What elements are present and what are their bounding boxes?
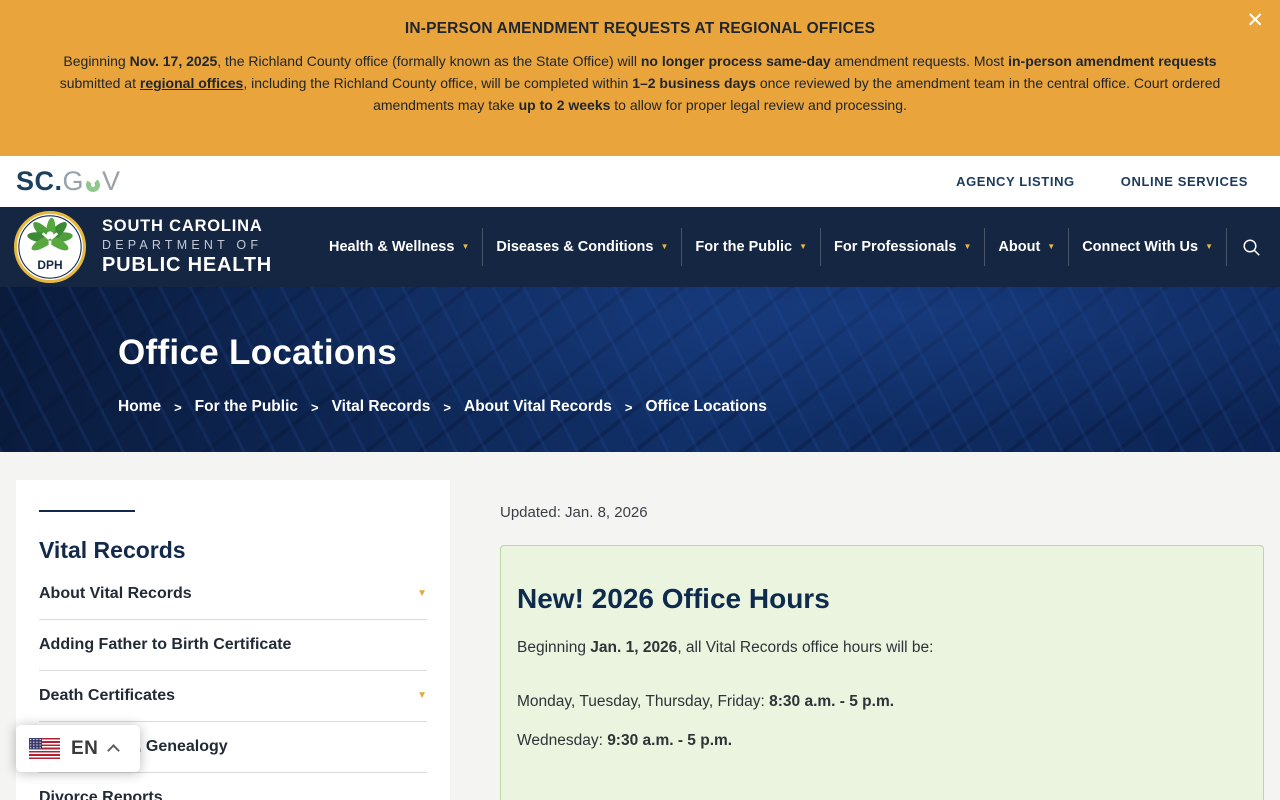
- banner-text: , including the Richland County office, …: [243, 75, 633, 91]
- page-title: Office Locations: [118, 333, 398, 372]
- alert-banner-title: IN-PERSON AMENDMENT REQUESTS AT REGIONAL…: [404, 20, 876, 37]
- office-hours-title: New! 2026 Office Hours: [517, 583, 830, 614]
- sidebar-item-label: Adding Father to Birth Certificate: [39, 636, 292, 653]
- search-icon: [1243, 238, 1260, 256]
- updated-date: Updated: Jan. 8, 2026: [500, 504, 648, 521]
- office-hours-card: New! 2026 Office Hours Beginning Jan. 1,…: [500, 545, 1264, 800]
- agency-listing-link[interactable]: AGENCY LISTING: [956, 174, 1075, 189]
- hours-text: Monday, Tuesday, Thursday, Friday:: [517, 693, 770, 711]
- chevron-down-icon: ▼: [1047, 242, 1056, 251]
- sidebar-heading: Vital Records: [39, 537, 186, 563]
- brand-line-2: DEPARTMENT OF: [102, 237, 263, 252]
- nav-item-label: For Professionals: [834, 239, 957, 255]
- svg-text:DPH: DPH: [37, 258, 62, 272]
- breadcrumb-current-page: Office Locations: [645, 398, 767, 415]
- hours-bold-date: Jan. 1, 2026: [590, 639, 678, 656]
- hours-bold-time: 9:30 a.m. - 5 p.m.: [607, 731, 733, 749]
- nav-item-label: About: [998, 239, 1041, 255]
- nav-item-for-the-public[interactable]: For the Public ▼: [682, 239, 820, 255]
- breadcrumb-about-vital-records[interactable]: About Vital Records: [464, 398, 612, 416]
- banner-bold: in-person amendment requests: [1008, 53, 1217, 69]
- breadcrumb-separator: >: [624, 399, 633, 415]
- main-column: Updated: Jan. 8, 2026 New! 2026 Office H…: [500, 480, 1264, 800]
- sidebar-item-death-certificates[interactable]: Death Certificates ▼: [39, 671, 427, 722]
- sidebar-item-label: Death Certificates: [39, 687, 176, 704]
- breadcrumb-home[interactable]: Home: [118, 398, 161, 416]
- breadcrumb-separator: >: [443, 399, 451, 415]
- breadcrumb: Home > For the Public > Vital Records > …: [118, 398, 1280, 416]
- chevron-down-icon: ▼: [417, 588, 427, 599]
- hours-text: Wednesday:: [517, 731, 608, 749]
- banner-bold: no longer process same-day: [640, 53, 831, 69]
- sidebar-item-adding-father[interactable]: Adding Father to Birth Certificate: [39, 620, 427, 671]
- nav-item-label: Connect With Us: [1082, 239, 1199, 255]
- chevron-down-icon: ▼: [1205, 242, 1213, 251]
- chevron-down-icon: ▼: [660, 242, 669, 251]
- nav-item-label: Health & Wellness: [328, 239, 455, 255]
- online-services-link[interactable]: ONLINE SERVICES: [1121, 174, 1248, 189]
- breadcrumb-separator: >: [311, 399, 319, 415]
- sidebar-accent-rule: [39, 510, 135, 512]
- chevron-down-icon: ▼: [963, 242, 972, 251]
- us-flag-icon: [29, 738, 60, 759]
- main-nav: DPH SOUTH CAROLINA DEPARTMENT OF PUBLIC …: [0, 207, 1280, 287]
- hours-text: Beginning: [517, 639, 591, 656]
- nav-item-label: For the Public: [695, 239, 793, 255]
- banner-text: , the Richland County office (formally k…: [217, 53, 641, 69]
- hours-bold-time: 8:30 a.m. - 5 p.m.: [769, 693, 895, 711]
- brand-line-1: SOUTH CAROLINA: [102, 216, 263, 235]
- office-hours-wednesday: Wednesday: 9:30 a.m. - 5 p.m.: [517, 730, 1247, 752]
- chevron-down-icon: ▼: [417, 690, 427, 701]
- nav-menu: Health & Wellness ▼ Diseases & Condition…: [316, 207, 1266, 287]
- scgov-logo-g: G: [62, 166, 85, 196]
- banner-bold: up to 2 weeks: [518, 97, 611, 113]
- sidebar-item-about-vital-records[interactable]: About Vital Records ▼: [39, 569, 427, 620]
- utility-links: AGENCY LISTING ONLINE SERVICES: [956, 174, 1264, 189]
- nav-item-for-professionals[interactable]: For Professionals ▼: [821, 239, 984, 255]
- nav-item-diseases-conditions[interactable]: Diseases & Conditions ▼: [483, 239, 681, 255]
- breadcrumb-separator: >: [174, 399, 182, 415]
- utility-bar: SC. G V AGENCY LISTING ONLINE SERVICES: [0, 156, 1280, 207]
- hours-text: , all Vital Records office hours will be…: [677, 639, 934, 656]
- office-hours-weekdays: Monday, Tuesday, Thursday, Friday: 8:30 …: [517, 691, 1247, 713]
- banner-text: to allow for proper legal review and pro…: [610, 97, 907, 113]
- nav-item-label: Diseases & Conditions: [496, 239, 654, 255]
- chevron-down-icon: ▼: [799, 242, 807, 251]
- regional-offices-link[interactable]: regional offices: [140, 75, 243, 91]
- chevron-up-icon: [107, 744, 121, 757]
- sidebar-item-label-visible: , Genealogy: [137, 738, 228, 755]
- breadcrumb-for-the-public[interactable]: For the Public: [195, 398, 298, 416]
- banner-text: amendment requests. Most: [830, 53, 1009, 69]
- banner-text: submitted at: [59, 75, 140, 91]
- alert-banner-body: Beginning Nov. 17, 2025, the Richland Co…: [48, 50, 1232, 116]
- crescent-moon-icon: [85, 176, 101, 193]
- content-area: Vital Records About Vital Records ▼ Addi…: [0, 452, 1280, 800]
- breadcrumb-vital-records[interactable]: Vital Records: [332, 398, 431, 416]
- sidebar-item-divorce-reports[interactable]: Divorce Reports: [39, 773, 427, 800]
- banner-bold-date: Nov. 17, 2025: [129, 53, 218, 69]
- nav-item-connect-with-us[interactable]: Connect With Us ▼: [1069, 239, 1226, 255]
- scgov-logo-v: V: [102, 166, 121, 196]
- language-selector[interactable]: EN: [16, 725, 140, 772]
- search-button[interactable]: [1227, 237, 1266, 258]
- sidebar-item-label: Divorce Reports: [39, 789, 163, 800]
- hero-section: Office Locations Home > For the Public >…: [0, 287, 1280, 452]
- office-hours-intro: Beginning Jan. 1, 2026, all Vital Record…: [517, 637, 1247, 659]
- alert-banner: IN-PERSON AMENDMENT REQUESTS AT REGIONAL…: [0, 0, 1280, 156]
- language-code: EN: [71, 737, 99, 759]
- dph-tree-icon: DPH: [18, 215, 82, 279]
- close-icon[interactable]: ✕: [1246, 10, 1264, 31]
- scgov-logo-sc: SC: [16, 166, 55, 196]
- chevron-down-icon: ▼: [461, 242, 470, 251]
- banner-text: Beginning: [63, 53, 130, 69]
- brand-line-3: PUBLIC HEALTH: [102, 254, 273, 277]
- scgov-logo[interactable]: SC. G V: [16, 166, 121, 197]
- banner-bold: 1–2 business days: [632, 75, 756, 91]
- nav-item-health-wellness[interactable]: Health & Wellness ▼: [316, 239, 482, 255]
- scgov-logo-dot: .: [54, 166, 63, 196]
- sidebar-item-label: About Vital Records: [39, 585, 192, 602]
- dph-logo[interactable]: DPH: [14, 211, 86, 283]
- nav-item-about[interactable]: About ▼: [985, 239, 1068, 255]
- brand-wordmark: SOUTH CAROLINA DEPARTMENT OF PUBLIC HEAL…: [102, 217, 272, 277]
